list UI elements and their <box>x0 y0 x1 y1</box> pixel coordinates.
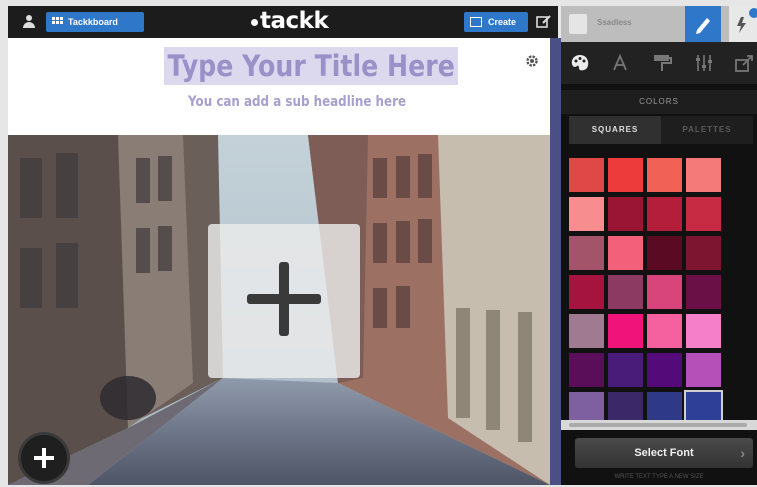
create-label: Create <box>488 17 517 27</box>
edit-icon[interactable] <box>536 14 552 30</box>
page-canvas: Type Your Title Here You can add a sub h… <box>8 38 550 485</box>
color-swatch[interactable] <box>686 314 721 348</box>
color-swatch[interactable] <box>608 275 643 309</box>
color-swatch[interactable] <box>608 392 643 420</box>
color-swatch[interactable] <box>686 392 721 420</box>
color-swatch[interactable] <box>569 158 604 192</box>
color-swatch[interactable] <box>608 158 643 192</box>
color-swatch[interactable] <box>569 236 604 270</box>
color-swatch[interactable] <box>647 392 682 420</box>
chevron-right-icon: › <box>740 445 745 461</box>
color-swatch[interactable] <box>647 197 682 231</box>
tackkboard-label: Tackkboard <box>68 17 118 27</box>
share-icon[interactable] <box>733 52 755 74</box>
scrollbar-thumb[interactable] <box>569 423 747 427</box>
color-swatch[interactable] <box>608 314 643 348</box>
color-swatch[interactable] <box>686 236 721 270</box>
panel-divider <box>550 38 561 485</box>
logo: tackk <box>251 8 329 34</box>
select-font-label: Select Font <box>634 447 694 459</box>
page-title[interactable]: Type Your Title Here <box>164 47 459 85</box>
edit-square-icon <box>470 17 482 27</box>
color-swatch-grid <box>561 156 757 420</box>
color-swatch[interactable] <box>647 236 682 270</box>
tab-squares[interactable]: SQUARES <box>569 116 661 144</box>
color-swatch[interactable] <box>569 392 604 420</box>
tab-palettes[interactable]: PALETTES <box>661 116 753 144</box>
app-window: Tackkboard tackk Create Type Your Title … <box>0 0 757 487</box>
color-swatch[interactable] <box>686 275 721 309</box>
panel-footer-hint: WRITE TEXT TYPE A NEW SIZE <box>614 474 704 480</box>
color-swatch[interactable] <box>569 275 604 309</box>
gear-icon[interactable] <box>525 54 539 68</box>
color-tabs: SQUARES PALETTES <box>569 116 753 144</box>
color-swatch[interactable] <box>647 353 682 387</box>
plus-icon <box>34 448 54 468</box>
color-swatch[interactable] <box>569 314 604 348</box>
page-subtitle[interactable]: You can add a sub headline here <box>188 94 406 110</box>
swatch-scrollbar[interactable] <box>561 420 757 430</box>
avatar[interactable] <box>569 14 587 34</box>
color-swatch[interactable] <box>569 197 604 231</box>
tackkboard-button[interactable]: Tackkboard <box>46 12 144 32</box>
palette-icon[interactable] <box>569 52 591 74</box>
color-swatch[interactable] <box>647 275 682 309</box>
page-header: Type Your Title Here You can add a sub h… <box>8 38 550 135</box>
design-mode-button[interactable] <box>685 6 721 42</box>
panel-toolbar <box>561 42 757 84</box>
paint-roller-icon[interactable] <box>651 52 673 74</box>
add-content-button[interactable] <box>208 224 360 378</box>
panel-header: Ssadless <box>561 6 757 42</box>
color-swatch[interactable] <box>647 314 682 348</box>
color-swatch[interactable] <box>647 158 682 192</box>
user-name: Ssadless <box>597 18 632 27</box>
add-block-button[interactable] <box>18 432 70 484</box>
top-bar: Tackkboard tackk Create <box>8 6 558 38</box>
plus-icon <box>247 262 321 336</box>
color-swatch[interactable] <box>608 197 643 231</box>
select-font-button[interactable]: Select Font › <box>575 438 753 468</box>
color-swatch[interactable] <box>686 158 721 192</box>
grid-icon <box>52 17 63 27</box>
notification-badge <box>749 8 757 18</box>
design-panel: Ssadless COLORS SQUARES PALETTES Select … <box>561 6 757 485</box>
sliders-icon[interactable] <box>693 52 715 74</box>
color-swatch[interactable] <box>569 353 604 387</box>
colors-section-title: COLORS <box>561 90 757 114</box>
color-swatch[interactable] <box>608 236 643 270</box>
pencil-icon <box>696 18 710 34</box>
logo-text: tackk <box>260 8 329 34</box>
color-swatch[interactable] <box>686 197 721 231</box>
font-icon[interactable] <box>609 52 631 74</box>
color-swatch[interactable] <box>608 353 643 387</box>
color-swatch[interactable] <box>686 353 721 387</box>
user-icon[interactable] <box>22 15 36 29</box>
create-button[interactable]: Create <box>464 12 528 32</box>
